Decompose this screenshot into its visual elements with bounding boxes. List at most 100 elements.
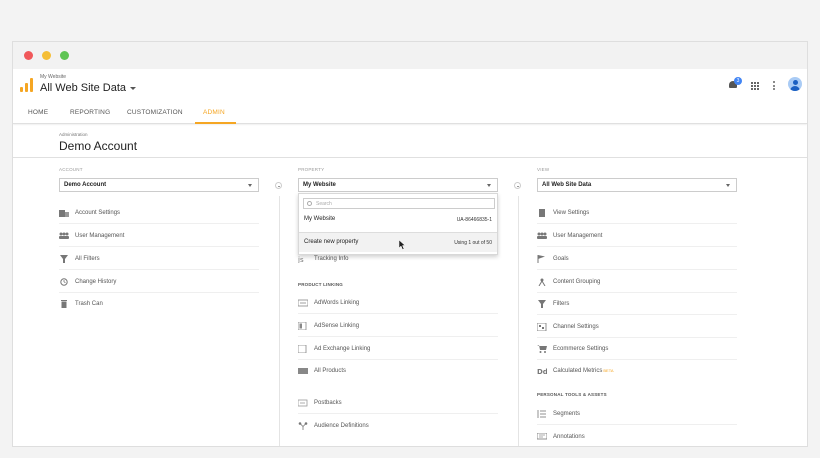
menu-trash-can[interactable]: Trash Can xyxy=(59,299,259,311)
menu-adwords-linking[interactable]: AdWords Linking xyxy=(297,298,498,310)
create-new-property-option[interactable]: Create new property Using 1 out of 50 xyxy=(299,232,497,252)
audience-icon xyxy=(298,422,308,430)
menu-account-settings[interactable]: Account Settings xyxy=(59,208,259,220)
page-title: Demo Account xyxy=(59,139,138,153)
menu-label: Tracking Info xyxy=(314,256,349,262)
menu-postbacks[interactable]: Postbacks xyxy=(297,398,498,410)
account-select[interactable]: Demo Account xyxy=(59,178,259,192)
breadcrumb: Administration xyxy=(59,132,88,137)
menu-label: Channel Settings xyxy=(553,324,599,330)
grouping-icon xyxy=(537,278,547,287)
menu-ecommerce-settings[interactable]: Ecommerce Settings xyxy=(537,344,737,356)
collapse-property-button[interactable] xyxy=(514,182,521,189)
column-divider xyxy=(518,196,519,446)
chevron-down-icon xyxy=(726,184,730,187)
menu-label: Audience Definitions xyxy=(314,423,369,429)
menu-goals[interactable]: Goals xyxy=(537,254,737,266)
more-options-icon[interactable] xyxy=(773,81,775,90)
property-option[interactable]: My Website UA-86466835-1 xyxy=(299,212,497,228)
segments-icon xyxy=(537,410,547,418)
menu-label: Change History xyxy=(75,279,117,285)
view-title: All Web Site Data xyxy=(40,82,127,94)
tab-reporting[interactable]: REPORTING xyxy=(70,109,110,116)
menu-segments[interactable]: Segments xyxy=(537,409,737,421)
menu-label: All Products xyxy=(314,368,347,374)
tab-admin[interactable]: ADMIN xyxy=(203,109,225,116)
menu-change-history[interactable]: Change History xyxy=(59,277,259,289)
menu-annotations[interactable]: Annotations xyxy=(536,432,737,444)
flag-icon xyxy=(537,255,547,263)
trash-icon xyxy=(59,300,69,308)
view-select-value: All Web Site Data xyxy=(542,182,592,188)
menu-adsense-linking[interactable]: AdSense Linking xyxy=(297,321,498,333)
property-select[interactable]: My Website xyxy=(298,178,498,192)
view-column-label: VIEW xyxy=(537,167,550,172)
chevron-down-icon xyxy=(487,184,491,187)
cart-icon xyxy=(537,345,547,353)
analytics-logo-icon xyxy=(20,78,33,92)
column-divider xyxy=(279,196,280,446)
menu-label: Content Grouping xyxy=(553,279,601,285)
channel-icon xyxy=(536,322,547,332)
menu-label: AdSense Linking xyxy=(314,323,360,329)
menu-channel-settings[interactable]: Channel Settings xyxy=(536,322,737,334)
menu-all-filters[interactable]: All Filters xyxy=(59,254,259,266)
menu-label: View Settings xyxy=(553,210,590,216)
property-option-name: My Website xyxy=(304,216,336,222)
tab-home[interactable]: HOME xyxy=(28,109,48,116)
menu-all-products[interactable]: All Products xyxy=(298,366,498,378)
filter-icon xyxy=(537,300,547,308)
menu-label: User Management xyxy=(75,233,125,239)
view-select[interactable]: All Web Site Data xyxy=(537,178,737,192)
menu-tracking-info[interactable]: js Tracking Info xyxy=(297,254,498,266)
menu-filters[interactable]: Filters xyxy=(537,299,737,311)
menu-view-settings[interactable]: View Settings xyxy=(537,208,737,220)
menu-view-user-management[interactable]: User Management xyxy=(537,231,737,243)
menu-calculated-metrics[interactable]: Dd Calculated MetricsBETA xyxy=(537,366,737,378)
minimize-window-button[interactable] xyxy=(42,51,51,60)
postbacks-icon xyxy=(297,399,308,407)
chevron-down-icon xyxy=(130,86,137,90)
history-icon xyxy=(59,278,69,286)
apps-grid-icon[interactable] xyxy=(751,82,759,90)
close-window-button[interactable] xyxy=(24,51,33,60)
menu-ad-exchange-linking[interactable]: Ad Exchange Linking xyxy=(297,344,498,356)
annotation-icon xyxy=(536,432,548,441)
menu-label: Goals xyxy=(553,256,569,262)
tab-customization[interactable]: CUSTOMIZATION xyxy=(127,109,183,116)
view-selector[interactable]: All Web Site Data xyxy=(40,82,137,94)
menu-content-grouping[interactable]: Content Grouping xyxy=(537,277,737,289)
avatar[interactable] xyxy=(788,77,802,91)
maximize-window-button[interactable] xyxy=(60,51,69,60)
menu-audience-definitions[interactable]: Audience Definitions xyxy=(298,421,498,433)
svg-text:js: js xyxy=(298,256,304,263)
menu-label: Postbacks xyxy=(314,400,342,406)
property-option-id: UA-86466835-1 xyxy=(456,217,492,223)
property-search-input[interactable]: Search xyxy=(303,198,495,209)
account-name: My Website xyxy=(40,74,67,80)
adsense-icon xyxy=(297,321,308,331)
menu-user-management[interactable]: User Management xyxy=(59,231,259,243)
products-icon xyxy=(298,367,308,375)
menu-label: Ecommerce Settings xyxy=(553,346,609,352)
users-icon xyxy=(59,232,69,240)
menu-label: Ad Exchange Linking xyxy=(314,346,371,352)
search-icon xyxy=(307,201,312,206)
code-icon: js xyxy=(297,255,308,264)
filter-icon xyxy=(59,255,69,263)
users-icon xyxy=(537,232,547,240)
create-property-label: Create new property xyxy=(304,239,359,245)
page-header: Administration Demo Account xyxy=(13,125,807,158)
building-icon xyxy=(59,209,69,217)
property-column-label: PROPERTY xyxy=(298,167,325,172)
mouse-cursor-icon xyxy=(399,240,406,250)
property-select-value: My Website xyxy=(303,182,336,188)
account-select-value: Demo Account xyxy=(64,182,107,188)
section-personal-tools: PERSONAL TOOLS & ASSETS xyxy=(537,392,607,397)
create-property-usage: Using 1 out of 50 xyxy=(454,240,492,246)
account-column-label: ACCOUNT xyxy=(59,167,83,172)
notification-badge: 3 xyxy=(734,77,742,85)
notifications-bell-icon[interactable]: 3 xyxy=(729,77,742,89)
property-dropdown: Search My Website UA-86466835-1 Create n… xyxy=(298,193,498,255)
collapse-account-button[interactable] xyxy=(275,182,282,189)
